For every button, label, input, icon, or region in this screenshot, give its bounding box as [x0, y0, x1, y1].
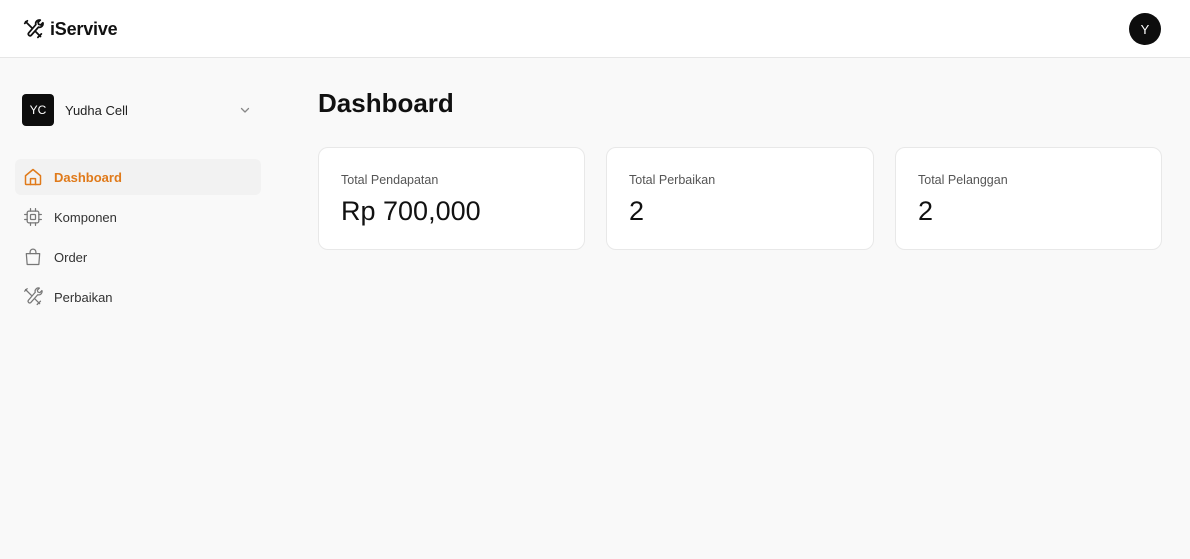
sidebar-nav: Dashboard Komponen Order Perbaikan [15, 159, 261, 319]
store-badge: YC [22, 94, 54, 126]
sidebar: YC Yudha Cell Dashboard Komponen Order P… [0, 59, 275, 559]
store-name: Yudha Cell [65, 102, 128, 118]
page-title: Dashboard [318, 88, 454, 118]
stat-card-pendapatan: Total Pendapatan Rp 700,000 [318, 147, 585, 250]
stat-card-label: Total Pendapatan [341, 173, 439, 187]
stat-card-value: 2 [918, 196, 934, 226]
brand-name: iServive [50, 18, 118, 39]
sidebar-item-label: Perbaikan [54, 289, 113, 305]
sidebar-item-perbaikan[interactable]: Perbaikan [15, 279, 261, 315]
tools-icon [24, 287, 43, 306]
stat-card-label: Total Perbaikan [629, 173, 716, 187]
sidebar-item-label: Order [54, 249, 88, 265]
shopping-bag-icon [25, 248, 41, 266]
top-bar: iServive Y [0, 0, 1190, 58]
sidebar-item-komponen[interactable]: Komponen [15, 199, 261, 235]
sidebar-item-label: Komponen [54, 209, 117, 225]
stat-card-value: 2 [629, 196, 645, 226]
stat-card-pelanggan: Total Pelanggan 2 [895, 147, 1162, 250]
stat-card-value: Rp 700,000 [341, 196, 481, 226]
stat-card-perbaikan: Total Perbaikan 2 [606, 147, 874, 250]
tools-icon [23, 18, 44, 38]
sidebar-item-order[interactable]: Order [15, 239, 261, 275]
avatar-initial: Y [1140, 21, 1150, 37]
home-icon [24, 168, 42, 186]
user-avatar[interactable]: Y [1129, 13, 1161, 45]
sidebar-item-dashboard[interactable]: Dashboard [15, 159, 261, 195]
stat-card-label: Total Pelanggan [918, 173, 1008, 187]
sidebar-item-label: Dashboard [54, 169, 122, 185]
chip-icon [24, 208, 42, 226]
brand-logo[interactable]: iServive [23, 17, 118, 41]
store-switcher[interactable]: YC Yudha Cell [22, 94, 257, 126]
chevron-down-icon [240, 107, 250, 113]
